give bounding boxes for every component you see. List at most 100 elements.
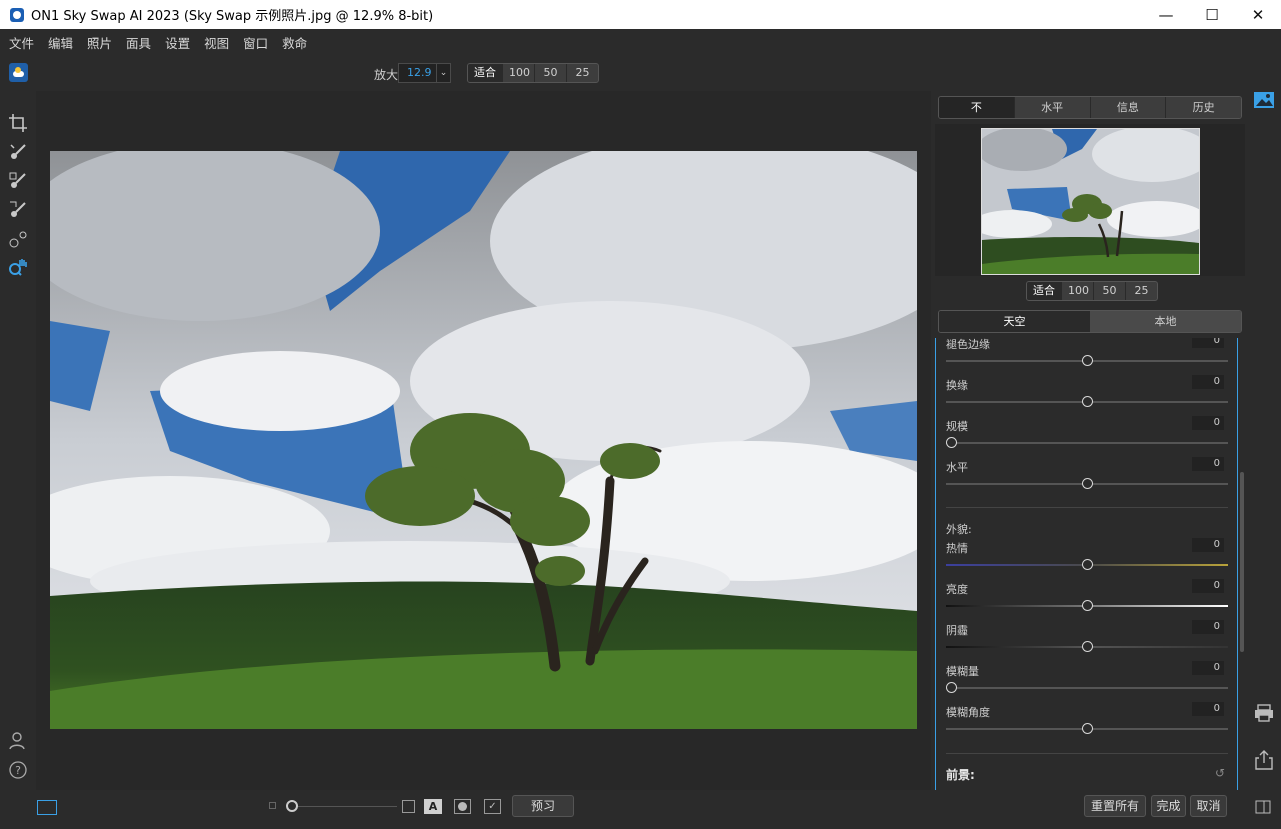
slider-blur-angle[interactable]: 模糊角度 0 [936,702,1236,745]
brush-tool[interactable] [0,137,36,166]
slider-knob[interactable] [1081,559,1093,570]
divider [946,507,1228,508]
slider-brightness[interactable]: 亮度 0 [936,579,1236,622]
print-icon[interactable] [1253,703,1275,723]
zoom-hand-icon [9,258,27,276]
slider-label: 热情 [946,542,968,555]
slider-value[interactable]: 0 [1192,661,1224,675]
menu-help[interactable]: 救命 [277,33,312,52]
slider-value[interactable]: 0 [1192,579,1224,593]
nav-50-button[interactable]: 50 [1094,282,1126,300]
zoom-25-button[interactable]: 25 [567,64,598,82]
tab-history[interactable]: 历史 [1166,97,1241,118]
menu-edit[interactable]: 编辑 [43,33,78,52]
slider-scale[interactable]: 规模 0 [936,416,1236,459]
nav-25-button[interactable]: 25 [1126,282,1157,300]
preview-size-slider[interactable] [292,806,397,807]
checkmark-icon[interactable]: ✓ [484,799,501,814]
zoom-50-button[interactable]: 50 [535,64,567,82]
preview-button[interactable]: 预习 [512,795,574,817]
menu-settings[interactable]: 设置 [160,33,195,52]
slider-value[interactable]: 0 [1192,338,1224,348]
slider-knob[interactable] [1081,600,1093,611]
menu-file[interactable]: 文件 [4,33,39,52]
panel-scrollbar[interactable] [1240,472,1244,652]
slider-fade-edge[interactable]: 褪色边缘 0 [936,338,1236,377]
menu-view[interactable]: 视图 [199,33,234,52]
tab-levels[interactable]: 水平 [1014,97,1091,118]
navigator-zoom-presets: 适合 100 50 25 [1026,281,1158,301]
chisel-tool[interactable] [0,195,36,224]
menu-window[interactable]: 窗口 [238,33,273,52]
menu-bar: 文件 编辑 照片 面具 设置 视图 窗口 救命 [0,29,1281,55]
slider-knob[interactable] [1081,723,1093,734]
nav-fit-button[interactable]: 适合 [1027,282,1062,300]
slider-knob[interactable] [945,437,957,448]
slider-value[interactable]: 0 [1192,620,1224,634]
refine-brush-tool[interactable] [0,166,36,195]
zoom-fit-button[interactable]: 适合 [468,64,503,82]
slider-knob[interactable] [1081,641,1093,652]
zoom-toolbar: 放大 12.9 ⌄ 适合 100 50 25 [0,60,930,86]
slider-value[interactable]: 0 [1192,375,1224,389]
main-photo[interactable] [50,151,917,729]
panel-tabs: 不 水平 信息 历史 [938,96,1242,119]
slider-track[interactable] [946,442,1228,444]
view-hand-tool[interactable] [0,253,36,282]
navigator-thumbnail[interactable] [981,128,1200,275]
reset-all-button[interactable]: 重置所有 [1084,795,1146,817]
reset-icon[interactable]: ↺ [1215,766,1225,780]
slider-label: 亮度 [946,583,968,596]
slider-knob[interactable] [1081,396,1093,407]
slider-shift-edge[interactable]: 换缘 0 [936,375,1236,418]
slider-value[interactable]: 0 [1192,457,1224,471]
sky-local-tabs: 天空 本地 [938,310,1242,333]
large-brush-icon [402,800,415,813]
slider-warmth[interactable]: 热情 0 [936,538,1236,581]
chevron-down-icon[interactable]: ⌄ [436,63,451,83]
help-button[interactable]: ? [0,755,36,784]
slider-track[interactable] [946,687,1228,689]
navigator [935,124,1245,276]
slider-blur-amount[interactable]: 模糊量 0 [936,661,1236,704]
preview-size-knob[interactable] [286,800,298,812]
slider-label: 褪色边缘 [946,338,990,351]
menu-photo[interactable]: 照片 [82,33,117,52]
zoom-input[interactable]: 12.9 [398,63,436,83]
slider-value[interactable]: 0 [1192,416,1224,430]
slider-value[interactable]: 0 [1192,702,1224,716]
panel-toggle-icon[interactable] [1255,800,1271,814]
app-logo-icon [10,7,24,22]
blur-icon [9,231,27,247]
crop-tool[interactable] [0,108,36,137]
mask-view-button[interactable] [454,799,471,814]
menu-mask[interactable]: 面具 [121,33,156,52]
slider-value[interactable]: 0 [1192,538,1224,552]
cancel-button[interactable]: 取消 [1190,795,1227,817]
share-export-icon[interactable] [1253,750,1275,770]
slider-knob[interactable] [1081,355,1093,366]
account-button[interactable] [0,726,36,755]
slider-knob[interactable] [1081,478,1093,489]
window-title: ON1 Sky Swap AI 2023 (Sky Swap 示例照片.jpg … [31,9,434,24]
minimize-button[interactable]: — [1143,0,1189,29]
view-mode-icon[interactable] [37,800,57,815]
close-button[interactable]: ✕ [1235,0,1281,29]
auto-mask-button[interactable]: A [424,799,442,814]
tab-info[interactable]: 信息 [1090,97,1167,118]
maximize-button[interactable]: ☐ [1189,0,1235,29]
tab-none[interactable]: 不 [939,97,1015,118]
slider-horizontal[interactable]: 水平 0 [936,457,1236,500]
nav-100-button[interactable]: 100 [1062,282,1094,300]
slider-haze[interactable]: 阴霾 0 [936,620,1236,663]
zoom-100-button[interactable]: 100 [503,64,535,82]
image-icon[interactable] [1253,90,1275,110]
right-strip [1247,85,1281,790]
foreground-section-label[interactable]: 前景: [946,766,975,783]
slider-knob[interactable] [945,682,957,693]
tab-local[interactable]: 本地 [1090,311,1241,332]
tab-sky[interactable]: 天空 [939,311,1090,332]
brush-icon [10,143,26,159]
done-button[interactable]: 完成 [1151,795,1186,817]
blur-tool[interactable] [0,224,36,253]
